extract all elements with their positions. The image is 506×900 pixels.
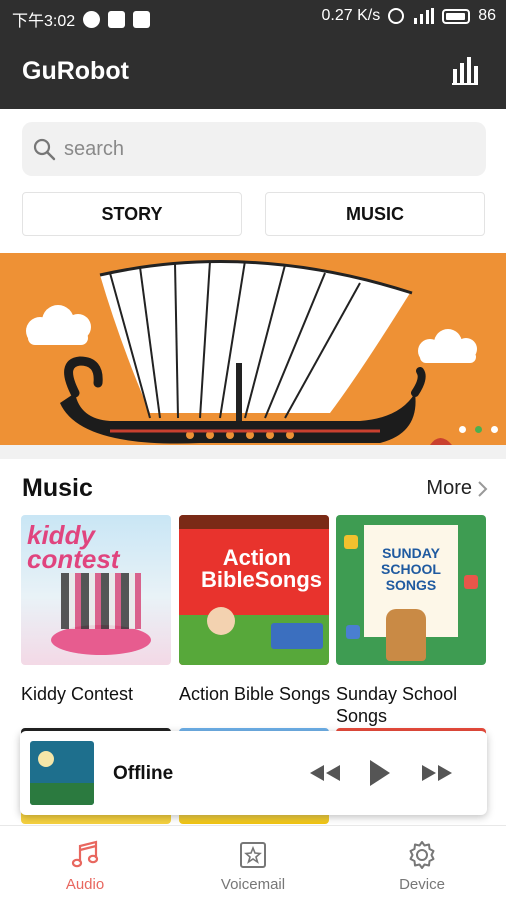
music-section-title: Music: [22, 474, 93, 502]
nav-audio[interactable]: Audio: [25, 840, 145, 893]
app-title: GuRobot: [22, 57, 129, 85]
carousel-dot[interactable]: [459, 426, 466, 433]
album-title: Sunday School Songs: [336, 684, 458, 726]
carousel-indicator: [459, 426, 498, 433]
story-button[interactable]: STORY: [22, 192, 242, 236]
cover-figures: [61, 573, 141, 629]
artwork-moon: [38, 751, 54, 767]
chevron-right-icon: [478, 480, 488, 497]
player-status: Offline: [113, 763, 174, 784]
battery-icon: [442, 8, 471, 24]
music-button[interactable]: MUSIC: [265, 192, 485, 236]
message-icon: [108, 10, 126, 28]
album-cover-text: SUNDAY SCHOOL SONGS: [381, 545, 441, 593]
album-cover-text: Action BibleSongs: [201, 545, 323, 592]
section-divider: [0, 445, 506, 459]
nav-voicemail-label: Voicemail: [220, 876, 286, 893]
cover-character: [207, 607, 235, 635]
mini-player[interactable]: Offline: [20, 731, 487, 815]
bottom-navigation: Audio Voicemail Device: [0, 825, 506, 900]
more-label: More: [426, 477, 472, 499]
cover-sticker: [271, 623, 323, 649]
status-bar: 下午3:02 0.27 K/s 86: [0, 0, 506, 33]
signal-icon: [414, 8, 435, 24]
album-cover[interactable]: SUNDAY SCHOOL SONGS: [336, 515, 486, 665]
album-title: Action Bible Songs: [179, 684, 331, 704]
album-cover[interactable]: kiddy contest: [21, 515, 171, 665]
nav-voicemail[interactable]: Voicemail: [193, 840, 313, 893]
status-time: 下午3:02: [12, 13, 76, 30]
banner-illustration: [26, 260, 477, 445]
fast-forward-icon[interactable]: [420, 757, 454, 789]
bar-chart-icon[interactable]: [452, 57, 478, 85]
music-note-icon: [71, 840, 99, 868]
notification-icon: [83, 10, 101, 28]
search-bar[interactable]: [22, 122, 486, 176]
cover-character: [386, 609, 426, 661]
nav-device-label: Device: [399, 876, 445, 893]
artwork-ground: [30, 783, 94, 805]
cover-stage: [51, 625, 151, 655]
cover-header: [179, 515, 329, 529]
carousel-dot[interactable]: [491, 426, 498, 433]
banner-carousel[interactable]: [0, 253, 506, 445]
star-box-icon: [240, 842, 266, 868]
cover-animal: [344, 535, 358, 549]
download-icon: [133, 10, 151, 28]
more-link[interactable]: More: [426, 477, 488, 500]
cover-animal: [346, 625, 360, 639]
album-card[interactable]: SUNDAY SCHOOL SONGS Sunday School Songs: [336, 515, 488, 727]
album-cover[interactable]: Action BibleSongs: [179, 515, 329, 665]
now-playing-artwork[interactable]: [30, 741, 94, 805]
network-speed: 0.27 K/s: [321, 7, 381, 24]
carousel-dot-active[interactable]: [475, 426, 482, 433]
rewind-icon[interactable]: [308, 757, 342, 789]
app-bar: GuRobot: [0, 33, 506, 109]
album-cover-text: kiddy contest: [27, 520, 120, 574]
nav-audio-label: Audio: [65, 876, 105, 893]
alarm-icon: [388, 8, 405, 24]
search-icon: [33, 138, 56, 161]
nav-device[interactable]: Device: [362, 840, 482, 893]
album-card[interactable]: Action BibleSongs Action Bible Songs: [179, 515, 331, 705]
search-input[interactable]: [64, 137, 464, 161]
play-icon[interactable]: [368, 757, 392, 789]
album-card[interactable]: kiddy contest Kiddy Contest: [21, 515, 173, 705]
cover-animal: [464, 575, 478, 589]
gear-icon: [409, 841, 435, 869]
album-title: Kiddy Contest: [21, 684, 134, 704]
battery-level: 86: [478, 7, 496, 24]
